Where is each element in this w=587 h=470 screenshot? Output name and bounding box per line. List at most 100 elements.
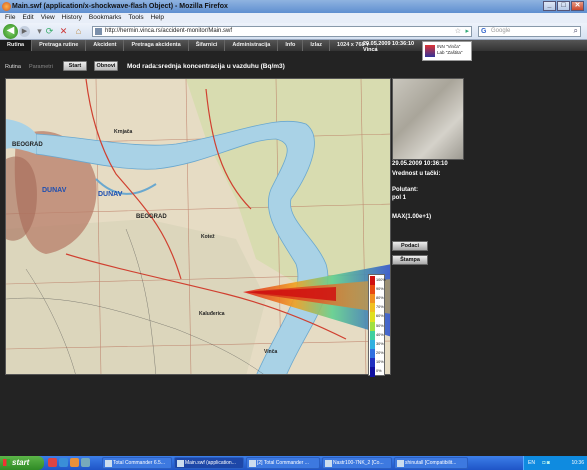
task-label: [2] Total Commander ... <box>257 460 309 466</box>
task-label: Total Commander 6.5... <box>113 460 165 466</box>
close-button[interactable]: ✕ <box>571 1 584 11</box>
menu-bookmarks[interactable]: Bookmarks <box>89 13 122 23</box>
url-text: http://hermin.vinca.rs/accident-monitor/… <box>105 28 233 34</box>
tab-parametri[interactable]: Parametri <box>29 64 53 70</box>
menu-file[interactable]: File <box>5 13 15 23</box>
menu-history[interactable]: History <box>62 13 82 23</box>
legend-label: 90% <box>376 287 384 292</box>
browser-window: Main.swf (application/x-shockwave-flash … <box>0 0 587 470</box>
mode-label: Mod rada:srednja koncentracija u vazduhu… <box>127 63 285 70</box>
task-nastr[interactable]: Nastr100-7NK_2 [Co... <box>322 457 392 469</box>
site-favicon-icon <box>95 28 102 35</box>
task-icon <box>105 460 112 467</box>
app-menu-bar: Rutina Pretraga rutine Akcident Pretraga… <box>0 40 587 53</box>
task-label: Nastr100-7NK_2 [Co... <box>333 460 384 466</box>
tray-icons[interactable]: ◘ ◙ <box>542 460 549 466</box>
maximize-button[interactable]: □ <box>557 1 570 11</box>
tab-rutina[interactable]: Rutina <box>5 64 21 70</box>
legend-label: 40% <box>376 332 384 337</box>
reload-icon[interactable]: ⟳ <box>44 26 55 37</box>
menu-tools[interactable]: Tools <box>128 13 143 23</box>
stop-icon[interactable]: ✕ <box>58 26 69 37</box>
legend-label: 80% <box>376 296 384 301</box>
search-input[interactable]: G Google ⌕ <box>478 26 581 37</box>
task-total-commander[interactable]: Total Commander 6.5... <box>102 457 172 469</box>
legend-label: 10% <box>376 359 384 364</box>
forward-icon[interactable]: ▶ <box>19 26 30 37</box>
max-value: MAX(1.00e+1) <box>392 214 432 220</box>
menu-edit[interactable]: Edit <box>22 13 33 23</box>
map-canvas <box>6 79 390 374</box>
map-label-kotez: Kotež <box>201 234 215 240</box>
map-view[interactable]: BEOGRAD DUNAV DUNAV BEOGRAD Krnjača Kote… <box>5 78 391 375</box>
quicklaunch-opera-icon[interactable] <box>48 458 57 467</box>
clock: 10:36 <box>571 460 584 466</box>
task-label: Main.swf (application... <box>185 460 236 466</box>
map-overview-thumbnail[interactable] <box>392 78 464 160</box>
app-menu-info[interactable]: Info <box>278 40 304 51</box>
pollutant-value: pol 1 <box>392 195 407 201</box>
quicklaunch-ie-icon[interactable] <box>59 458 68 467</box>
go-arrow-icon[interactable]: ▸ <box>465 27 469 36</box>
app-menu-sifarnici[interactable]: Šifarnici <box>189 40 226 51</box>
point-value-label: Vrednost u tački: <box>392 171 441 177</box>
flash-app: Rutina Pretraga rutine Akcident Pretraga… <box>0 40 587 450</box>
navigation-toolbar: ◀ ▶ ▾ ⟳ ✕ ⌂ http://hermin.vinca.rs/accid… <box>0 23 587 40</box>
map-label-vinca: Vinča <box>264 349 278 355</box>
menu-help[interactable]: Help <box>151 13 164 23</box>
windows-logo-icon <box>3 459 10 466</box>
url-bar[interactable]: http://hermin.vinca.rs/accident-monitor/… <box>92 26 472 37</box>
bookmark-star-icon[interactable]: ☆ <box>455 27 461 36</box>
quicklaunch-firefox-icon[interactable] <box>70 458 79 467</box>
task-icon <box>397 460 404 467</box>
task-total-commander-2[interactable]: [2] Total Commander ... <box>246 457 320 469</box>
resolution-value: 1024 x 768 <box>337 42 365 48</box>
app-menu-izlaz[interactable]: Izlaz <box>303 40 331 51</box>
menu-bar: File Edit View History Bookmarks Tools H… <box>0 13 587 23</box>
map-label-beograd-south: BEOGRAD <box>136 214 167 220</box>
panel-datetime: 29.05.2009 10:36:10 <box>392 161 448 167</box>
map-label-dunav-1: DUNAV <box>42 187 67 194</box>
taskbar: start Total Commander 6.5... Main.swf (a… <box>0 456 587 470</box>
legend-label: 20% <box>376 350 384 355</box>
start-label: start <box>12 458 30 467</box>
legend-label: 0% <box>376 369 382 373</box>
search-placeholder: Google <box>491 28 511 34</box>
app-menu-akcident[interactable]: Akcident <box>86 40 125 51</box>
app-location: Vinca <box>363 47 378 53</box>
task-shinutall[interactable]: shinutall [Compatibilit... <box>394 457 468 469</box>
title-bar: Main.swf (application/x-shockwave-flash … <box>0 0 587 13</box>
refresh-button[interactable]: Obnovi <box>94 61 118 71</box>
app-menu-administracija[interactable]: Administracija <box>225 40 279 51</box>
menu-view[interactable]: View <box>41 13 55 23</box>
start-button[interactable]: Start <box>63 61 87 71</box>
back-icon[interactable]: ◀ <box>3 24 18 39</box>
map-label-krnjaca: Krnjača <box>114 129 133 135</box>
map-label-dunav-2: DUNAV <box>98 191 123 198</box>
task-firefox-main[interactable]: Main.swf (application... <box>174 457 244 469</box>
app-menu-pretraga-rutine[interactable]: Pretraga rutine <box>32 40 87 51</box>
map-label-kaludjerica: Kaluđerica <box>199 311 225 317</box>
legend-label: 60% <box>376 314 384 319</box>
app-datetime: 29.05.2009 10:36:10 Vinca <box>363 41 414 53</box>
quicklaunch-desktop-icon[interactable] <box>81 458 90 467</box>
legend-label: 50% <box>376 323 384 328</box>
firefox-icon <box>2 2 11 11</box>
minimize-button[interactable]: _ <box>543 1 556 11</box>
search-icon[interactable]: ⌕ <box>574 26 578 35</box>
logo-line-2: Lab "Zaštita" <box>437 50 463 55</box>
start-button-taskbar[interactable]: start <box>0 456 44 470</box>
legend-label: 70% <box>376 305 384 310</box>
app-menu-pretraga-akcidenta[interactable]: Pretraga akcidenta <box>124 40 189 51</box>
system-tray: EN ◘ ◙ 10:36 <box>523 456 587 470</box>
app-menu-rutina[interactable]: Rutina <box>0 40 33 51</box>
legend-swatch <box>370 367 375 377</box>
print-button[interactable]: Štampa <box>392 255 428 265</box>
app-subbar: Rutina Parametri Start Obnovi Mod rada:s… <box>0 57 587 71</box>
home-icon[interactable]: ⌂ <box>73 26 84 37</box>
google-icon: G <box>481 28 487 35</box>
data-button[interactable]: Podaci <box>392 241 428 251</box>
language-indicator[interactable]: EN <box>528 460 535 466</box>
legend-label: 30% <box>376 341 384 346</box>
task-icon <box>177 460 184 467</box>
